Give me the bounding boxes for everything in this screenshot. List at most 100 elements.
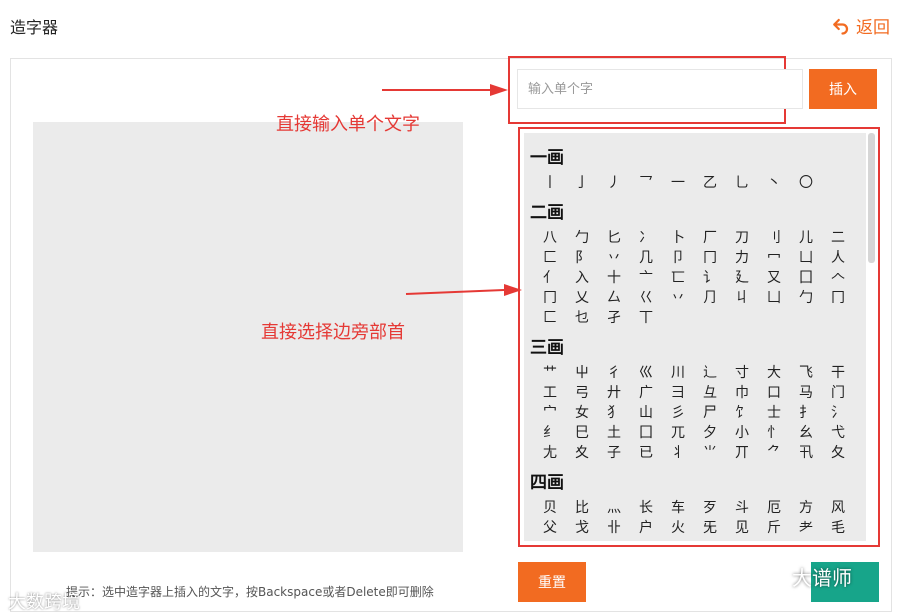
radical-item[interactable]: ⺌	[694, 444, 726, 462]
radical-item[interactable]: 风	[822, 499, 854, 517]
radical-item[interactable]: 巳	[566, 424, 598, 442]
radical-item[interactable]: 八	[534, 229, 566, 247]
radical-item[interactable]: 彳	[598, 364, 630, 382]
radical-item[interactable]: 冂	[822, 289, 854, 307]
radical-item[interactable]: 寸	[726, 364, 758, 382]
radical-item[interactable]: 辶	[694, 364, 726, 382]
radical-item[interactable]: 凵	[790, 249, 822, 267]
radical-item[interactable]: 士	[758, 404, 790, 422]
radical-item[interactable]: 匕	[598, 229, 630, 247]
radical-item[interactable]: 马	[790, 384, 822, 402]
radical-item[interactable]: 冖	[758, 249, 790, 267]
radical-item[interactable]: 饣	[726, 404, 758, 422]
radical-item[interactable]: 幺	[790, 424, 822, 442]
radical-item[interactable]: 土	[598, 424, 630, 442]
radical-item[interactable]: 刀	[726, 229, 758, 247]
radical-item[interactable]: 工	[534, 384, 566, 402]
radical-item[interactable]: 彡	[662, 404, 694, 422]
radical-item[interactable]: 冂	[534, 289, 566, 307]
radical-item[interactable]: 见	[726, 519, 758, 537]
radical-item[interactable]: 乂	[566, 289, 598, 307]
radical-item[interactable]: 宀	[534, 404, 566, 422]
radical-scrollbar[interactable]	[868, 133, 875, 263]
radical-item[interactable]: 弓	[566, 384, 598, 402]
radical-item[interactable]: 丨	[534, 174, 566, 192]
radical-item[interactable]: ⺆	[694, 289, 726, 307]
radical-item[interactable]: 斗	[726, 499, 758, 517]
radical-item[interactable]: 丷	[598, 249, 630, 267]
radical-item[interactable]: 大	[758, 364, 790, 382]
radical-item[interactable]: 亠	[630, 269, 662, 287]
radical-item[interactable]: 已	[630, 444, 662, 462]
radical-item[interactable]: 戈	[566, 519, 598, 537]
radical-item[interactable]: 卝	[598, 519, 630, 537]
radical-item[interactable]: 乚	[726, 174, 758, 192]
radical-item[interactable]: 耂	[790, 519, 822, 537]
radical-item[interactable]: 广	[630, 384, 662, 402]
radical-item[interactable]: 犭	[598, 404, 630, 422]
radical-item[interactable]: 纟	[534, 424, 566, 442]
radical-item[interactable]: 十	[598, 269, 630, 287]
radical-item[interactable]: 尸	[694, 404, 726, 422]
radical-item[interactable]: 丌	[726, 444, 758, 462]
radical-item[interactable]: 户	[630, 519, 662, 537]
radical-item[interactable]: 口	[758, 384, 790, 402]
radical-item[interactable]: 小	[726, 424, 758, 442]
radical-item[interactable]: 屮	[566, 364, 598, 382]
radical-item[interactable]: 卂	[790, 444, 822, 462]
radical-item[interactable]: 入	[566, 269, 598, 287]
radical-item[interactable]: 囗	[790, 269, 822, 287]
radical-item[interactable]: 巾	[726, 384, 758, 402]
radical-item[interactable]: 力	[726, 249, 758, 267]
radical-item[interactable]: 飞	[790, 364, 822, 382]
radical-item[interactable]: 刂	[758, 229, 790, 247]
radical-item[interactable]: 讠	[694, 269, 726, 287]
radical-item[interactable]: 子	[598, 444, 630, 462]
radical-item[interactable]: 丿	[598, 174, 630, 192]
radical-item[interactable]: 父	[534, 519, 566, 537]
radical-item[interactable]: 斤	[758, 519, 790, 537]
radical-item[interactable]: 灬	[598, 499, 630, 517]
radical-item[interactable]: 忄	[758, 424, 790, 442]
radical-item[interactable]: 〇	[790, 174, 822, 192]
radical-item[interactable]: 匚	[534, 309, 566, 327]
radical-item[interactable]: 廾	[598, 384, 630, 402]
radical-item[interactable]: 孑	[598, 309, 630, 327]
radical-item[interactable]: 亅	[566, 174, 598, 192]
radical-item[interactable]: 彑	[694, 384, 726, 402]
radical-item[interactable]: 二	[822, 229, 854, 247]
radical-item[interactable]: 𠆢	[822, 269, 854, 287]
radical-item[interactable]: 阝	[566, 249, 598, 267]
radical-item[interactable]: 又	[758, 269, 790, 287]
radical-item[interactable]: 山	[630, 404, 662, 422]
radical-item[interactable]: 匚	[534, 249, 566, 267]
radical-item[interactable]: 厂	[694, 229, 726, 247]
radical-item[interactable]: 干	[822, 364, 854, 382]
radical-item[interactable]: 艹	[534, 364, 566, 382]
radical-item[interactable]: 尢	[534, 444, 566, 462]
radical-item[interactable]: 弋	[822, 424, 854, 442]
radical-item[interactable]: 勹	[790, 289, 822, 307]
radical-item[interactable]: 火	[662, 519, 694, 537]
radical-item[interactable]: 夕	[694, 424, 726, 442]
radical-item[interactable]: 亻	[534, 269, 566, 287]
back-button[interactable]: 返回	[832, 13, 890, 38]
radical-item[interactable]: 勹	[566, 229, 598, 247]
radical-item[interactable]: 比	[566, 499, 598, 517]
radical-item[interactable]: 卜	[662, 229, 694, 247]
radical-item[interactable]: 一	[662, 174, 694, 192]
radical-item[interactable]: 长	[630, 499, 662, 517]
radical-item[interactable]: 车	[662, 499, 694, 517]
radical-item[interactable]: 人	[822, 249, 854, 267]
radical-item[interactable]: 丅	[630, 309, 662, 327]
radical-item[interactable]: 乛	[630, 174, 662, 192]
radical-item[interactable]: 丬	[662, 444, 694, 462]
insert-button[interactable]: 插入	[809, 69, 877, 109]
radical-item[interactable]: 巜	[630, 289, 662, 307]
radical-item[interactable]: 氵	[822, 404, 854, 422]
radical-item[interactable]: 冂	[694, 249, 726, 267]
radical-item[interactable]: 毛	[822, 519, 854, 537]
radical-item[interactable]: 儿	[790, 229, 822, 247]
radical-item[interactable]: 丶	[758, 174, 790, 192]
radical-item[interactable]: 门	[822, 384, 854, 402]
